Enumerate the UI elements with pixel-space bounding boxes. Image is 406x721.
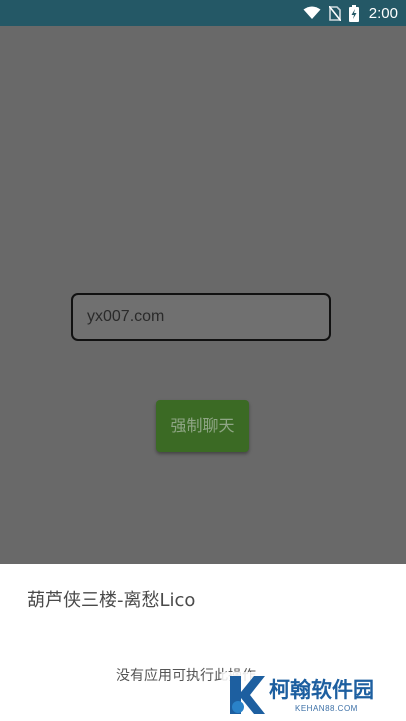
watermark-brand: 柯翰软件园 — [269, 678, 374, 702]
wifi-icon — [303, 6, 321, 20]
force-chat-button[interactable]: 强制聊天 — [156, 400, 249, 452]
status-bar: 2:00 — [0, 0, 406, 26]
sheet-title: 葫芦侠三楼-离愁Lico — [27, 590, 196, 611]
status-icons: 2:00 — [303, 0, 398, 26]
status-clock: 2:00 — [368, 4, 398, 22]
site-input-field[interactable]: yx007.com — [71, 293, 331, 341]
watermark: 柯翰软件园 KEHAN88.COM — [222, 672, 392, 718]
no-sim-icon — [328, 5, 341, 21]
k-logo-icon — [226, 674, 266, 720]
battery-charging-icon — [348, 4, 359, 22]
watermark-domain: KEHAN88.COM — [295, 704, 358, 713]
